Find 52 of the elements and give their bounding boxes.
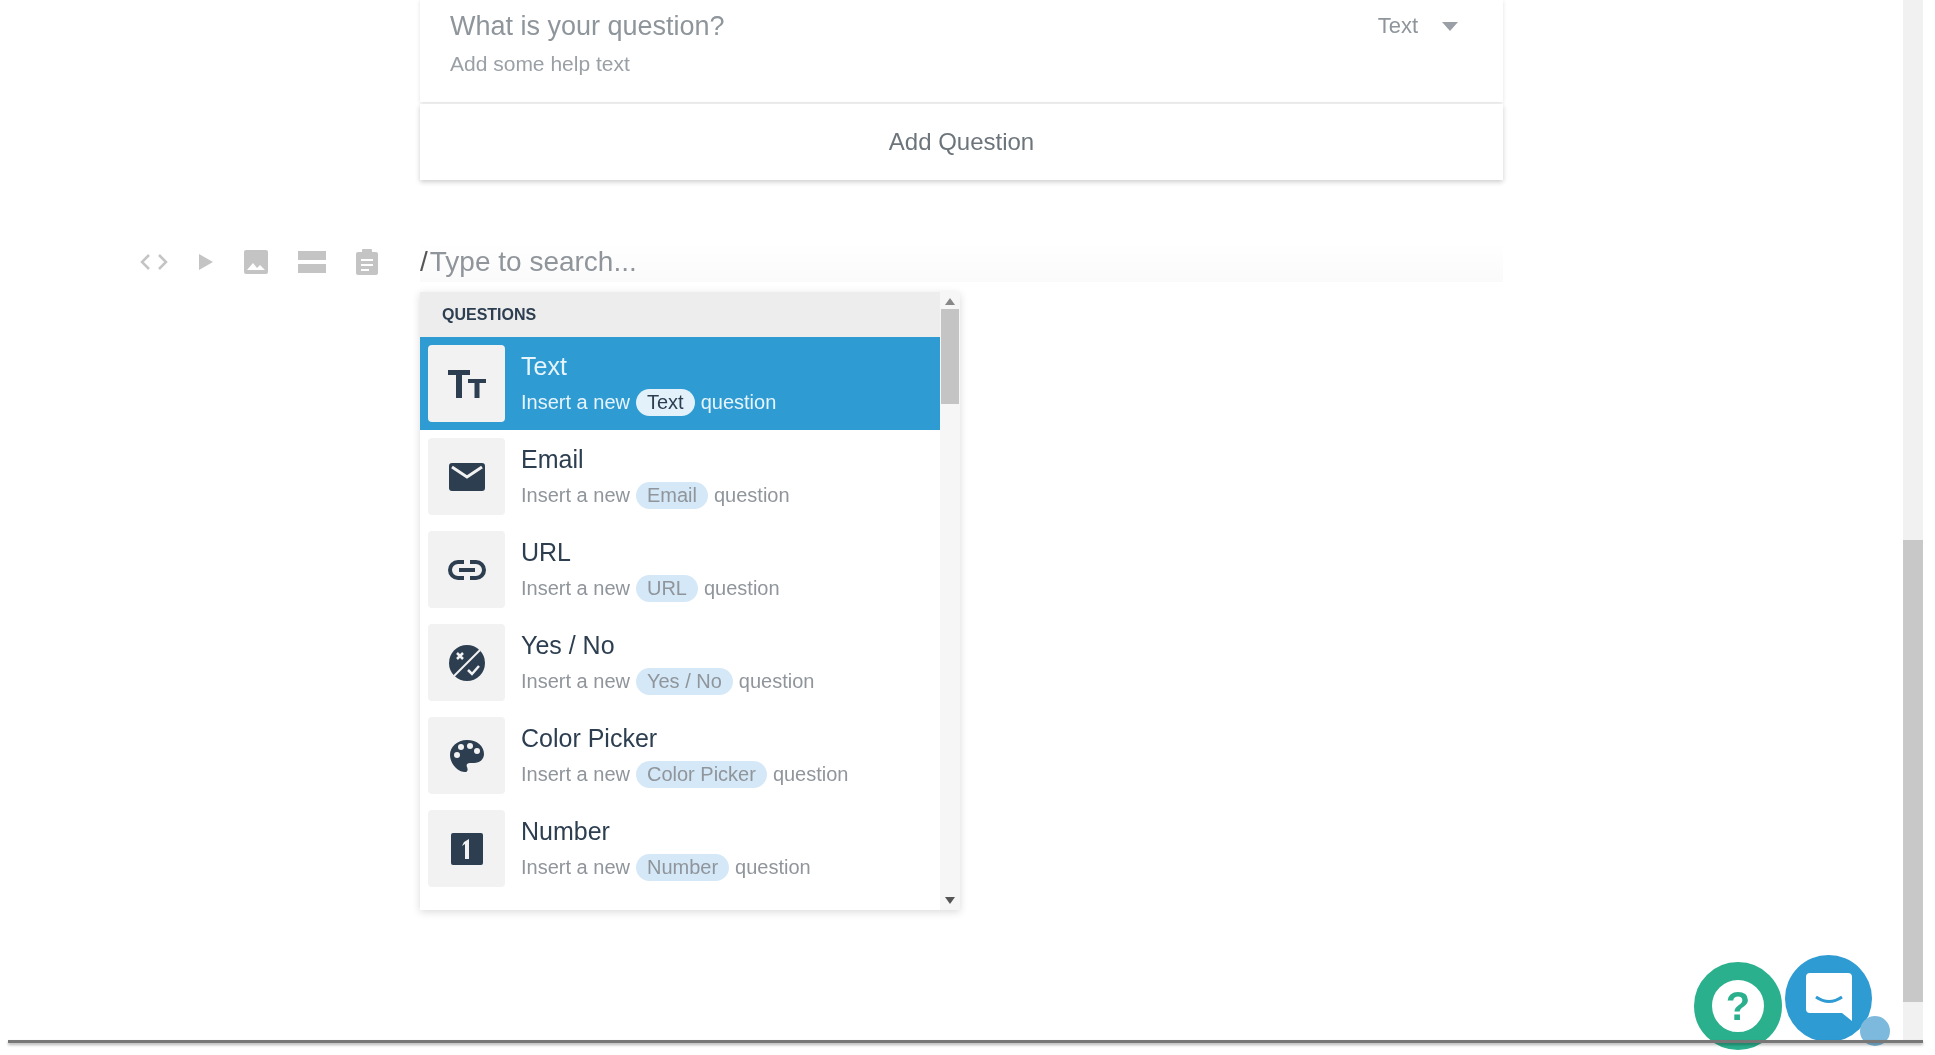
type-tag: URL [635,574,698,602]
link-icon [447,558,486,581]
menu-header: QUESTIONS [420,292,940,337]
page-scrollbar[interactable] [1903,0,1923,1040]
text-size-icon [447,369,486,398]
type-tag: Email [635,481,708,509]
check-cross-icon [448,644,485,681]
item-description: question [700,390,777,414]
item-title: Text [521,351,568,381]
menu-item[interactable]: Number Insert a new Number question [420,802,940,895]
menu-item[interactable]: URL Insert a new URL question [420,523,940,616]
clipboard-icon[interactable] [356,249,378,275]
item-description: question [703,576,780,600]
item-title: URL [521,537,572,567]
slash-prefix: / [420,246,428,278]
scrollbar-thumb[interactable] [1903,540,1923,1002]
item-title: Yes / No [521,630,616,660]
item-description: Insert a new [521,483,630,507]
item-description: question [713,483,790,507]
type-tag: Yes / No [635,667,733,695]
item-description: Insert a new [521,669,630,693]
number-one-icon [450,832,483,865]
item-description: question [772,762,849,786]
item-title: Color Picker [521,723,659,753]
scrollbar-thumb[interactable] [941,309,959,404]
item-title: Number [521,816,611,846]
item-description: Insert a new [521,576,630,600]
envelope-icon [448,462,485,491]
menu-item[interactable]: Color Picker Insert a new Color Picker question [420,709,940,802]
search-field[interactable]: Type to search... [427,246,1503,278]
scroll-up-icon[interactable] [945,298,955,305]
item-title: Email [521,444,585,474]
divider-icon[interactable] [298,251,326,273]
menu-scrollbar[interactable] [940,292,960,910]
add-question-button[interactable]: Add Question [420,104,1503,180]
play-icon[interactable] [198,253,214,271]
item-description: Insert a new [521,390,630,414]
type-tag: Number [635,853,730,881]
type-tag: Color Picker [635,760,767,788]
menu-item[interactable]: Text Insert a new Text question [420,337,940,430]
code-icon[interactable] [140,253,168,271]
item-description: question [738,669,815,693]
scroll-down-icon[interactable] [945,897,955,904]
item-description: question [735,855,811,879]
caret-icon [1442,21,1458,31]
item-description: Insert a new [521,762,630,786]
menu-item[interactable]: Yes / No Insert a new Yes / No question [420,616,940,709]
menu-item[interactable]: Email Insert a new Email question [420,430,940,523]
palette-icon [449,739,484,772]
item-description: Insert a new [521,855,630,879]
type-tag: Text [635,388,695,416]
image-icon[interactable] [244,250,268,274]
